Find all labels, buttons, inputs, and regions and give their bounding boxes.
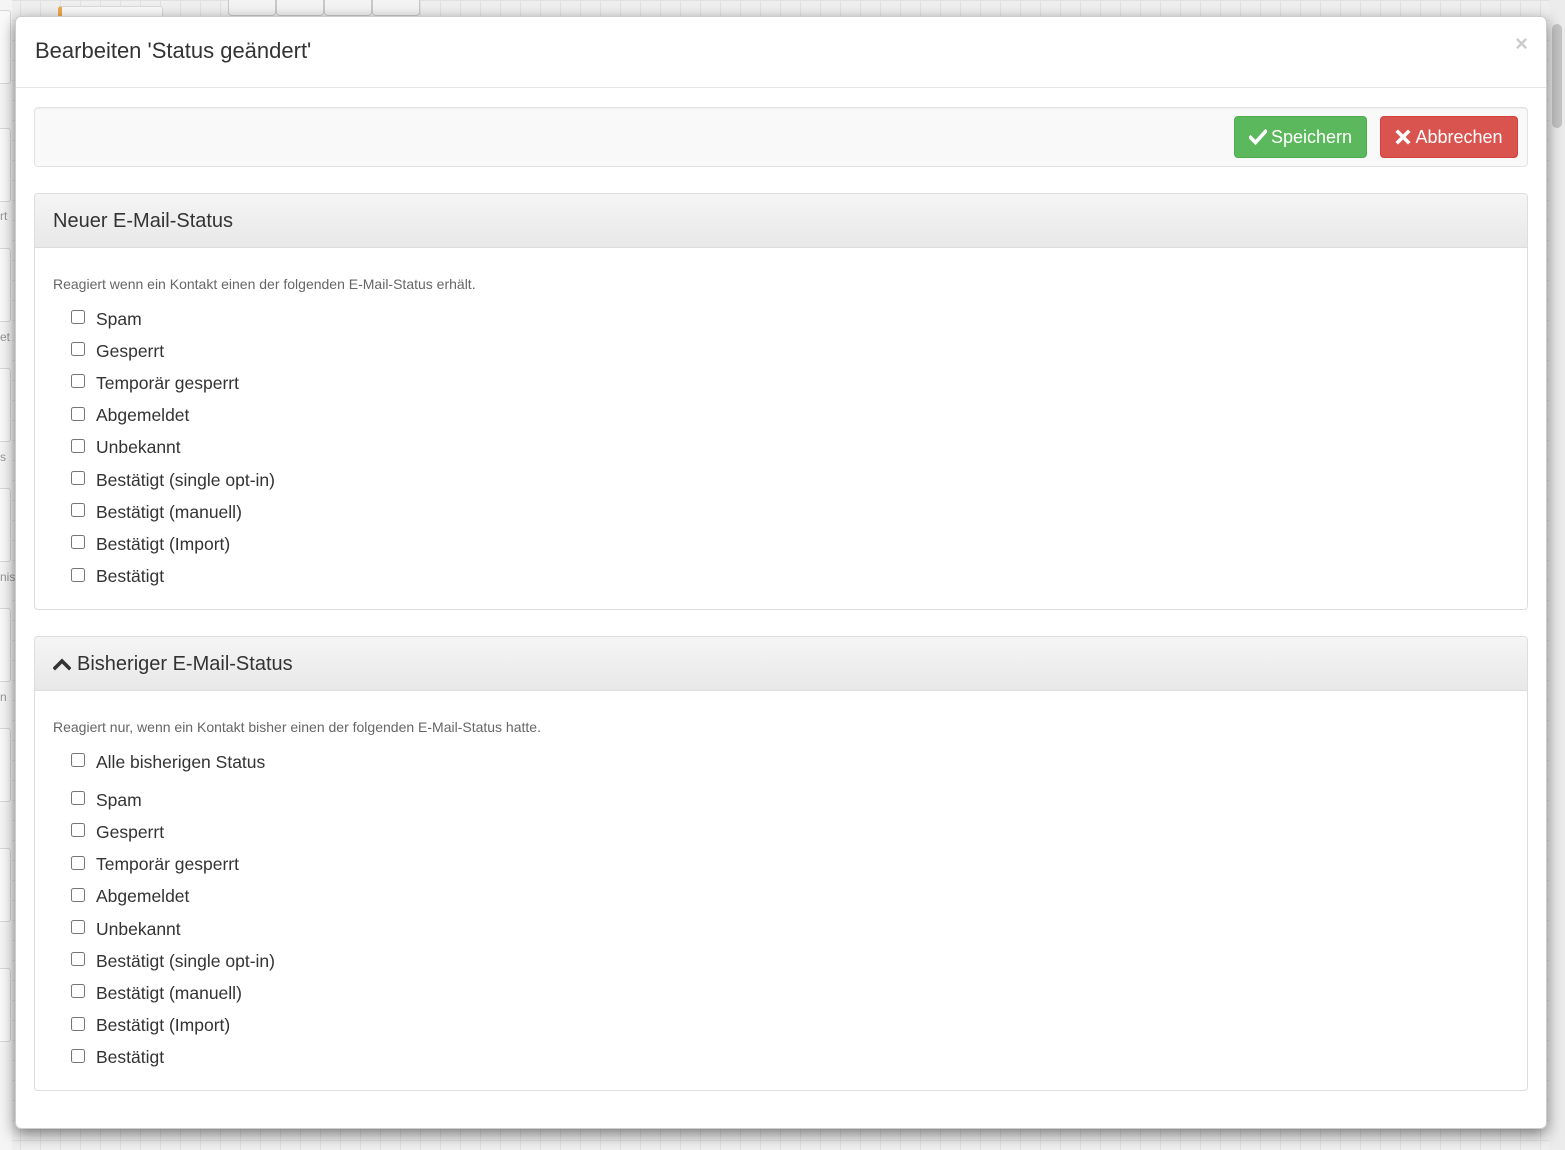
save-button[interactable]: Speichern	[1234, 116, 1367, 158]
previous-status-panel: Bisheriger E-Mail-Status Reagiert nur, w…	[34, 636, 1528, 1091]
status-option-label: Spam	[96, 308, 142, 329]
status-option-label: Abgemeldet	[96, 405, 190, 426]
status-option-label: Temporär gesperrt	[96, 854, 239, 875]
status-checkbox[interactable]	[71, 887, 85, 902]
status-checkbox[interactable]	[71, 310, 85, 325]
status-checkbox[interactable]	[71, 984, 85, 999]
status-option-label: Bestätigt (Import)	[96, 533, 231, 554]
status-checkbox[interactable]	[71, 791, 85, 806]
status-checkbox[interactable]	[71, 952, 85, 967]
status-option[interactable]: Bestätigt (manuell)	[71, 496, 1509, 528]
panel-description: Reagiert wenn ein Kontakt einen der folg…	[53, 276, 476, 292]
modal-header: Bearbeiten 'Status geändert' ×	[16, 17, 1546, 88]
status-checkbox[interactable]	[71, 374, 85, 389]
edit-status-modal: Bearbeiten 'Status geändert' × Speichern…	[15, 16, 1547, 1129]
status-checkbox[interactable]	[71, 1016, 85, 1031]
status-checkbox[interactable]	[71, 535, 85, 550]
status-option[interactable]: Bestätigt (single opt-in)	[71, 464, 1509, 496]
status-option-label: Abgemeldet	[96, 886, 190, 907]
status-option-label: Bestätigt	[96, 1047, 165, 1068]
previous-status-panel-heading[interactable]: Bisheriger E-Mail-Status	[35, 637, 1527, 691]
status-checkbox[interactable]	[71, 342, 85, 357]
status-checkbox[interactable]	[71, 823, 85, 838]
status-option-label: Bestätigt (manuell)	[96, 982, 242, 1003]
new-status-panel-body: Reagiert wenn ein Kontakt einen der folg…	[35, 248, 1527, 609]
status-checkbox[interactable]	[71, 920, 85, 935]
new-status-checkbox-list: Spam Gesperrt Temporär gesperrt Abgemeld…	[53, 303, 1509, 593]
panel-title: Neuer E-Mail-Status	[53, 210, 234, 232]
action-toolbar: Speichern Abbrechen	[34, 107, 1528, 167]
status-option-label: Gesperrt	[96, 340, 165, 361]
status-option[interactable]: Bestätigt (Import)	[71, 1010, 1509, 1042]
panel-description: Reagiert nur, wenn ein Kontakt bisher ei…	[53, 719, 541, 735]
status-option-label: Unbekannt	[96, 437, 181, 458]
status-option[interactable]: Spam	[71, 784, 1509, 816]
status-checkbox[interactable]	[71, 438, 85, 453]
status-option-label: Bestätigt	[96, 566, 165, 587]
all-statuses-option[interactable]: Alle bisherigen Status	[71, 746, 1509, 778]
new-status-panel-heading: Neuer E-Mail-Status	[35, 194, 1527, 248]
status-checkbox[interactable]	[71, 567, 85, 582]
status-option-label: Bestätigt (single opt-in)	[96, 950, 275, 971]
status-option[interactable]: Unbekannt	[71, 913, 1509, 945]
status-option[interactable]: Abgemeldet	[71, 881, 1509, 913]
status-option-label: Temporär gesperrt	[96, 372, 239, 393]
status-option[interactable]: Abgemeldet	[71, 400, 1509, 432]
status-checkbox[interactable]	[71, 503, 85, 518]
status-checkbox[interactable]	[71, 471, 85, 486]
status-option-label: Bestätigt (Import)	[96, 1015, 231, 1036]
status-option[interactable]: Temporär gesperrt	[71, 849, 1509, 881]
status-option[interactable]: Bestätigt (single opt-in)	[71, 945, 1509, 977]
all-statuses-checkbox[interactable]	[71, 753, 85, 768]
status-option-label: Gesperrt	[96, 821, 165, 842]
status-checkbox[interactable]	[71, 1048, 85, 1063]
status-option[interactable]: Temporär gesperrt	[71, 367, 1509, 399]
status-option[interactable]: Bestätigt (manuell)	[71, 977, 1509, 1009]
status-option[interactable]: Bestätigt	[71, 561, 1509, 593]
modal-body: Speichern Abbrechen Neuer E-Mail-Status …	[16, 88, 1546, 1091]
x-icon	[1395, 129, 1411, 145]
status-option[interactable]: Unbekannt	[71, 432, 1509, 464]
chevron-up-icon[interactable]	[52, 653, 72, 676]
status-checkbox[interactable]	[71, 406, 85, 421]
status-checkbox[interactable]	[71, 855, 85, 870]
new-status-panel: Neuer E-Mail-Status Reagiert wenn ein Ko…	[34, 193, 1528, 610]
status-option[interactable]: Gesperrt	[71, 816, 1509, 848]
close-icon[interactable]: ×	[1515, 33, 1528, 55]
cancel-button-label: Abbrechen	[1415, 126, 1503, 147]
status-option-label: Bestätigt (single opt-in)	[96, 469, 275, 490]
modal-title: Bearbeiten 'Status geändert'	[35, 38, 312, 63]
previous-status-panel-body: Reagiert nur, wenn ein Kontakt bisher ei…	[35, 691, 1527, 1090]
status-option-label: Spam	[96, 789, 142, 810]
save-button-label: Speichern	[1270, 126, 1353, 147]
status-option-label: Bestätigt (manuell)	[96, 501, 242, 522]
panel-title: Bisheriger E-Mail-Status	[77, 653, 293, 675]
previous-status-checkbox-list: Alle bisherigen Status Spam Gesperrt Tem…	[53, 746, 1509, 1074]
check-icon	[1248, 129, 1267, 145]
status-option[interactable]: Bestätigt	[71, 1042, 1509, 1074]
status-option-label: Unbekannt	[96, 918, 181, 939]
status-option[interactable]: Spam	[71, 303, 1509, 335]
status-option[interactable]: Bestätigt (Import)	[71, 528, 1509, 560]
all-statuses-label: Alle bisherigen Status	[96, 751, 266, 772]
cancel-button[interactable]: Abbrechen	[1380, 116, 1518, 158]
status-option[interactable]: Gesperrt	[71, 335, 1509, 367]
